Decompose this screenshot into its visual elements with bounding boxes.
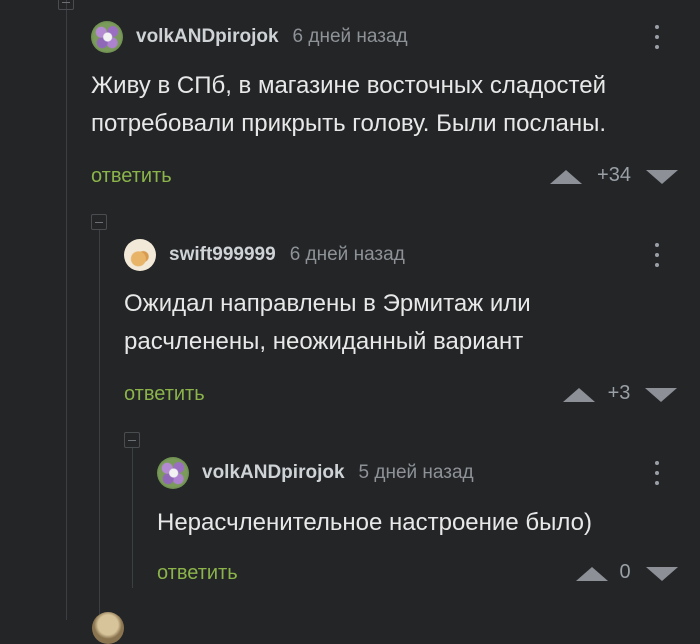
comment-author[interactable]: volkANDpirojok <box>136 26 279 48</box>
comment-actions: ответить 0 <box>157 558 700 588</box>
downvote-icon[interactable] <box>646 170 678 184</box>
comment-actions: ответить +3 <box>124 379 700 409</box>
comment-text: Ожидал направлены в Эрмитаж или расчлене… <box>124 285 531 361</box>
reply-button[interactable]: ответить <box>157 562 238 585</box>
upvote-icon[interactable] <box>550 170 582 184</box>
comment-date[interactable]: 6 дней назад <box>293 26 408 48</box>
collapse-thread-button[interactable] <box>58 0 74 10</box>
comment-text-line: Ожидал направлены в Эрмитаж или <box>124 290 531 317</box>
vote-control: +3 <box>563 379 677 409</box>
comment: volkANDpirojok 5 дней назад Нерасчлените… <box>157 457 700 597</box>
thread-line-level-1 <box>99 230 100 620</box>
rating-value: 0 <box>619 561 631 583</box>
more-options-icon[interactable] <box>655 461 659 485</box>
vote-control: +34 <box>550 161 678 191</box>
comment: volkANDpirojok 6 дней назад Живу в СПб, … <box>91 21 700 201</box>
reply-button[interactable]: ответить <box>91 165 172 188</box>
comment-actions: ответить +34 <box>91 161 700 191</box>
comment-text: Живу в СПб, в магазине восточных сладост… <box>91 67 606 143</box>
downvote-icon[interactable] <box>646 567 678 581</box>
comment-date[interactable]: 5 дней назад <box>359 462 474 484</box>
thread-line-level-2 <box>132 448 133 588</box>
downvote-icon[interactable] <box>645 388 677 402</box>
comment-date[interactable]: 6 дней назад <box>290 244 405 266</box>
more-options-icon[interactable] <box>655 25 659 49</box>
avatar[interactable] <box>91 21 123 53</box>
rating-value: +34 <box>597 164 631 186</box>
comment-text-line: Живу в СПб, в магазине восточных сладост… <box>91 72 607 99</box>
comment-text-line: расчленены, неожиданный вариант <box>124 328 524 355</box>
collapse-thread-button[interactable] <box>91 214 107 230</box>
collapse-thread-button[interactable] <box>124 432 140 448</box>
comment-header: swift999999 6 дней назад <box>124 239 405 271</box>
more-options-icon[interactable] <box>655 243 659 267</box>
comment: swift999999 6 дней назад Ожидал направле… <box>124 239 700 419</box>
comment-header: volkANDpirojok 5 дней назад <box>157 457 474 489</box>
rating-value: +3 <box>607 382 631 404</box>
reply-button[interactable]: ответить <box>124 383 205 406</box>
upvote-icon[interactable] <box>576 567 608 581</box>
comment-text-line: потребовали прикрыть голову. Были послан… <box>91 110 607 137</box>
avatar[interactable] <box>157 457 189 489</box>
comment-text-line: Нерасчленительное настроение было) <box>157 509 592 536</box>
comment-author[interactable]: volkANDpirojok <box>202 462 345 484</box>
comment-text: Нерасчленительное настроение было) <box>157 504 592 542</box>
upvote-icon[interactable] <box>563 388 595 402</box>
comment-header: volkANDpirojok 6 дней назад <box>91 21 408 53</box>
thread-line-root <box>66 0 67 620</box>
vote-control: 0 <box>576 558 678 588</box>
avatar[interactable] <box>124 239 156 271</box>
comment-author[interactable]: swift999999 <box>169 244 276 266</box>
avatar[interactable] <box>92 612 124 644</box>
